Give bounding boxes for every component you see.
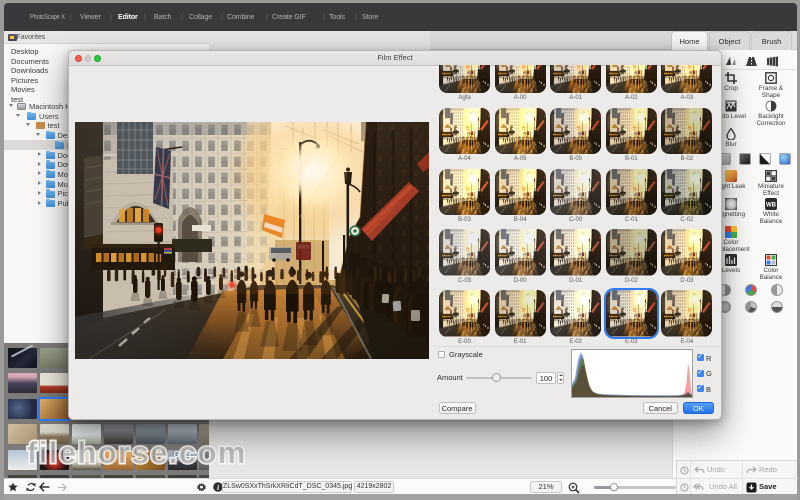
svg-text:filehorse.com: filehorse.com bbox=[27, 435, 247, 470]
svg-text:WB: WB bbox=[766, 203, 777, 209]
